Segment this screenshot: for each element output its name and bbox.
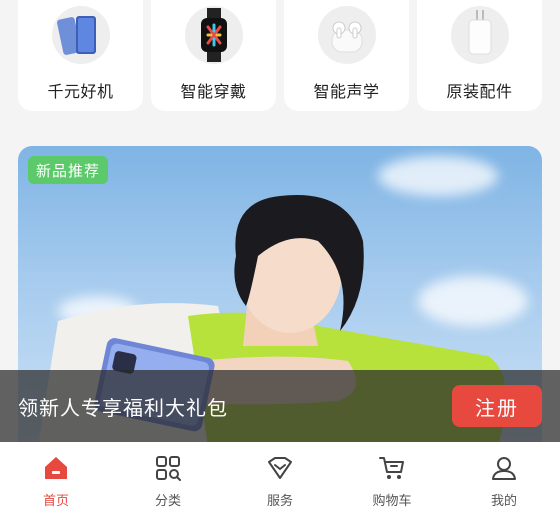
category-row: 千元好机 智能穿戴 智能声学 原装配件: [18, 0, 542, 111]
new-product-tag: 新品推荐: [28, 156, 109, 184]
register-button[interactable]: 注册: [452, 385, 542, 427]
category-label: 原装配件: [446, 82, 513, 101]
tab-label: 我的: [490, 494, 517, 509]
category-icon: [156, 456, 181, 481]
profile-icon: [492, 457, 516, 480]
tab-label: 服务: [266, 494, 293, 509]
home-icon: [45, 457, 67, 479]
category-label: 千元好机: [47, 82, 114, 101]
tab-label: 购物车: [372, 494, 412, 509]
tab-home[interactable]: 首页: [0, 442, 112, 516]
service-icon: [268, 457, 292, 479]
smartwatch-icon: [184, 6, 243, 64]
bottom-tab-bar: 首页 分类 服务 购物车 我的: [0, 442, 560, 516]
tab-cart[interactable]: 购物车: [336, 442, 448, 516]
tab-profile[interactable]: 我的: [448, 442, 560, 516]
tab-category[interactable]: 分类: [112, 442, 224, 516]
phone-icon: [51, 6, 110, 64]
category-qianyuan-haoji[interactable]: 千元好机: [18, 0, 143, 111]
category-zhineng-chuandai[interactable]: 智能穿戴: [151, 0, 276, 111]
category-yuanzhuang-peijian[interactable]: 原装配件: [417, 0, 542, 111]
charger-icon: [450, 6, 509, 64]
newcomer-promo-bar: 领新人专享福利大礼包 注册: [0, 370, 560, 442]
category-label: 智能声学: [313, 82, 380, 101]
tab-label: 首页: [42, 494, 69, 509]
tab-label: 分类: [154, 494, 181, 509]
category-zhineng-shengxue[interactable]: 智能声学: [284, 0, 409, 111]
tab-service[interactable]: 服务: [224, 442, 336, 516]
cart-icon: [379, 457, 404, 479]
promo-text: 领新人专享福利大礼包: [18, 395, 228, 420]
category-label: 智能穿戴: [180, 82, 247, 101]
earbuds-icon: [317, 6, 376, 64]
